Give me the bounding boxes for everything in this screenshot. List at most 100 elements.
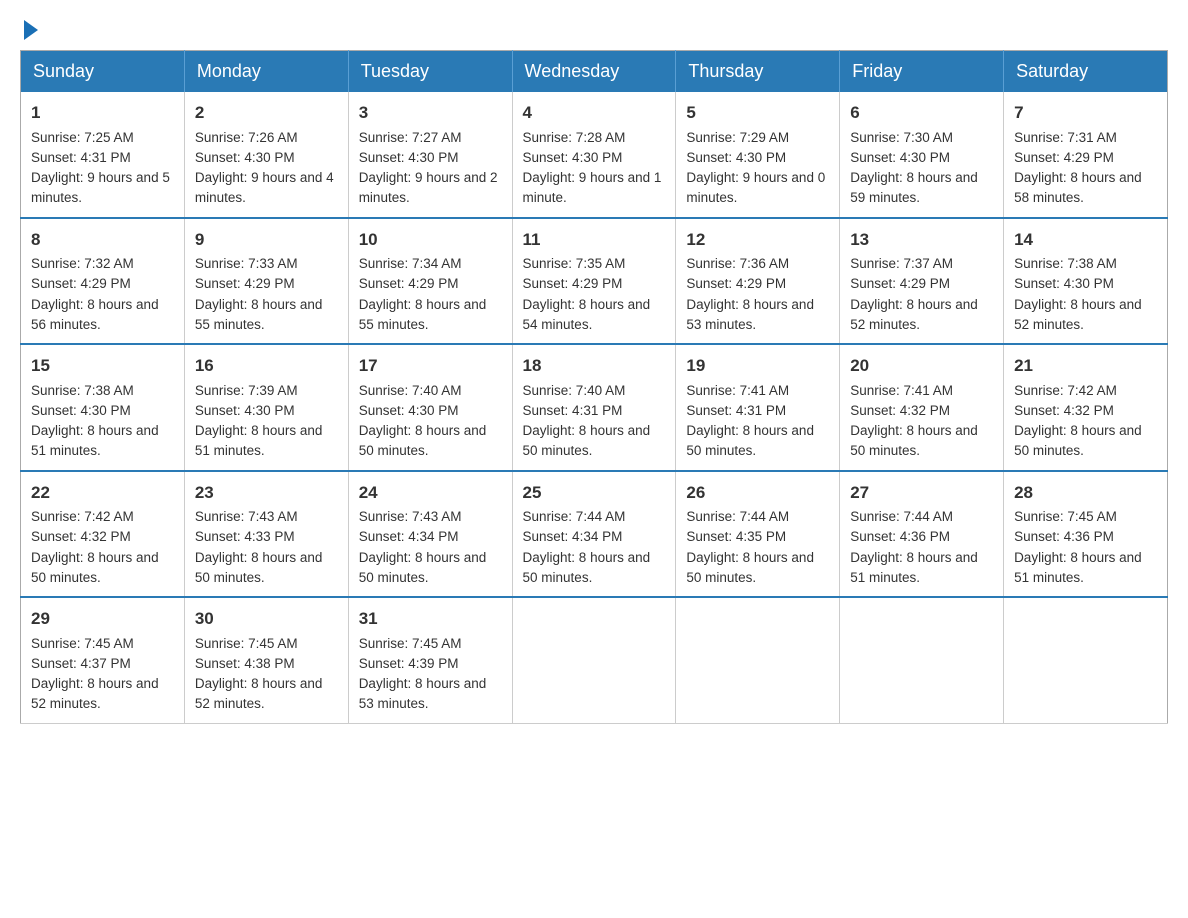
day-number: 29	[31, 606, 174, 632]
calendar-cell: 29Sunrise: 7:45 AMSunset: 4:37 PMDayligh…	[21, 597, 185, 723]
calendar-cell: 24Sunrise: 7:43 AMSunset: 4:34 PMDayligh…	[348, 471, 512, 598]
calendar-cell: 5 Sunrise: 7:29 AM Sunset: 4:30 PM Daylight…	[676, 92, 840, 218]
sunrise-text: Sunrise: 7:45 AM	[195, 636, 298, 651]
daylight-text: Daylight: 8 hours and 59 minutes.	[850, 170, 978, 205]
header-day-monday: Monday	[184, 51, 348, 93]
day-number: 4	[523, 100, 666, 126]
sunset-text: Sunset: 4:30 PM	[195, 403, 295, 418]
sunset-text: Sunset: 4:36 PM	[850, 529, 950, 544]
sunset-text: Sunset: 4:31 PM	[31, 150, 131, 165]
header-day-thursday: Thursday	[676, 51, 840, 93]
sunrise-text: Sunrise: 7:44 AM	[850, 509, 953, 524]
daylight-text: Daylight: 8 hours and 50 minutes.	[31, 550, 159, 585]
sunrise-text: Sunrise: 7:38 AM	[31, 383, 134, 398]
sunset-text: Sunset: 4:33 PM	[195, 529, 295, 544]
daylight-text: Daylight: 8 hours and 50 minutes.	[686, 550, 814, 585]
daylight-text: Daylight: 8 hours and 50 minutes.	[359, 423, 487, 458]
day-number: 14	[1014, 227, 1157, 253]
sunrise-text: Sunrise: 7:44 AM	[686, 509, 789, 524]
calendar-week-row: 1Sunrise: 7:25 AMSunset: 4:31 PMDaylight…	[21, 92, 1168, 218]
header-day-friday: Friday	[840, 51, 1004, 93]
day-number: 5	[686, 100, 829, 126]
sunrise-text: Sunrise: 7:45 AM	[31, 636, 134, 651]
calendar-week-row: 8Sunrise: 7:32 AMSunset: 4:29 PMDaylight…	[21, 218, 1168, 345]
daylight-text: Daylight: 9 hours and 2 minutes.	[359, 170, 498, 205]
sunrise-text: Sunrise: 7:37 AM	[850, 256, 953, 271]
calendar-cell: 7Sunrise: 7:31 AMSunset: 4:29 PMDaylight…	[1004, 92, 1168, 218]
daylight-text: Daylight: 8 hours and 52 minutes.	[31, 676, 159, 711]
sunrise-text: Sunrise: 7:31 AM	[1014, 130, 1117, 145]
sunset-text: Sunset: 4:32 PM	[1014, 403, 1114, 418]
sunset-text: Sunset: 4:30 PM	[850, 150, 950, 165]
day-number: 16	[195, 353, 338, 379]
sunrise-text: Sunrise: 7:40 AM	[359, 383, 462, 398]
calendar-cell: 10 Sunrise: 7:34 AM Sunset: 4:29 PM Dayligh…	[348, 218, 512, 345]
daylight-text: Daylight: 8 hours and 51 minutes.	[850, 550, 978, 585]
sunrise-text: Sunrise: 7:33 AM	[195, 256, 298, 271]
sunset-text: Sunset: 4:29 PM	[359, 276, 459, 291]
sunrise-text: Sunrise: 7:36 AM	[686, 256, 789, 271]
daylight-text: Daylight: 8 hours and 55 minutes.	[359, 297, 487, 332]
daylight-text: Daylight: 8 hours and 50 minutes.	[686, 423, 814, 458]
sunrise-text: Sunrise: 7:28 AM	[523, 130, 626, 145]
calendar-cell: 8Sunrise: 7:32 AMSunset: 4:29 PMDaylight…	[21, 218, 185, 345]
daylight-text: Daylight: 8 hours and 52 minutes.	[850, 297, 978, 332]
day-number: 7	[1014, 100, 1157, 126]
sunset-text: Sunset: 4:29 PM	[686, 276, 786, 291]
day-number: 31	[359, 606, 502, 632]
calendar-cell: 14Sunrise: 7:38 AMSunset: 4:30 PMDayligh…	[1004, 218, 1168, 345]
calendar-cell	[512, 597, 676, 723]
sunset-text: Sunset: 4:30 PM	[359, 403, 459, 418]
day-number: 2	[195, 100, 338, 126]
calendar-week-row: 22Sunrise: 7:42 AMSunset: 4:32 PMDayligh…	[21, 471, 1168, 598]
calendar-cell: 15Sunrise: 7:38 AMSunset: 4:30 PMDayligh…	[21, 344, 185, 471]
daylight-text: Daylight: 9 hours and 4 minutes.	[195, 170, 334, 205]
sunset-text: Sunset: 4:30 PM	[359, 150, 459, 165]
day-number: 25	[523, 480, 666, 506]
header-day-saturday: Saturday	[1004, 51, 1168, 93]
day-number: 12	[686, 227, 829, 253]
daylight-text: Daylight: 9 hours and 0 minutes.	[686, 170, 825, 205]
calendar-cell: 11Sunrise: 7:35 AMSunset: 4:29 PMDayligh…	[512, 218, 676, 345]
sunrise-text: Sunrise: 7:42 AM	[31, 509, 134, 524]
daylight-text: Daylight: 8 hours and 56 minutes.	[31, 297, 159, 332]
daylight-text: Daylight: 8 hours and 50 minutes.	[195, 550, 323, 585]
sunset-text: Sunset: 4:30 PM	[686, 150, 786, 165]
logo-arrow-icon	[24, 20, 38, 40]
sunrise-text: Sunrise: 7:30 AM	[850, 130, 953, 145]
day-number: 10	[359, 227, 502, 253]
calendar-week-row: 15Sunrise: 7:38 AMSunset: 4:30 PMDayligh…	[21, 344, 1168, 471]
sunrise-text: Sunrise: 7:29 AM	[686, 130, 789, 145]
sunset-text: Sunset: 4:38 PM	[195, 656, 295, 671]
day-number: 27	[850, 480, 993, 506]
daylight-text: Daylight: 8 hours and 50 minutes.	[523, 550, 651, 585]
calendar-table: SundayMondayTuesdayWednesdayThursdayFrid…	[20, 50, 1168, 724]
sunrise-text: Sunrise: 7:35 AM	[523, 256, 626, 271]
daylight-text: Daylight: 8 hours and 58 minutes.	[1014, 170, 1142, 205]
calendar-cell	[1004, 597, 1168, 723]
day-number: 24	[359, 480, 502, 506]
header-day-tuesday: Tuesday	[348, 51, 512, 93]
calendar-cell: 17Sunrise: 7:40 AMSunset: 4:30 PMDayligh…	[348, 344, 512, 471]
calendar-cell: 16Sunrise: 7:39 AMSunset: 4:30 PMDayligh…	[184, 344, 348, 471]
sunset-text: Sunset: 4:29 PM	[523, 276, 623, 291]
sunrise-text: Sunrise: 7:44 AM	[523, 509, 626, 524]
calendar-cell: 13Sunrise: 7:37 AMSunset: 4:29 PMDayligh…	[840, 218, 1004, 345]
day-number: 30	[195, 606, 338, 632]
calendar-cell: 1Sunrise: 7:25 AMSunset: 4:31 PMDaylight…	[21, 92, 185, 218]
sunrise-text: Sunrise: 7:34 AM	[359, 256, 462, 271]
day-number: 1	[31, 100, 174, 126]
calendar-cell: 19Sunrise: 7:41 AMSunset: 4:31 PMDayligh…	[676, 344, 840, 471]
sunset-text: Sunset: 4:34 PM	[359, 529, 459, 544]
day-number: 20	[850, 353, 993, 379]
daylight-text: Daylight: 8 hours and 53 minutes.	[686, 297, 814, 332]
sunrise-text: Sunrise: 7:45 AM	[359, 636, 462, 651]
daylight-text: Daylight: 8 hours and 52 minutes.	[1014, 297, 1142, 332]
day-number: 8	[31, 227, 174, 253]
daylight-text: Daylight: 8 hours and 50 minutes.	[1014, 423, 1142, 458]
daylight-text: Daylight: 9 hours and 5 minutes.	[31, 170, 170, 205]
calendar-cell	[840, 597, 1004, 723]
calendar-cell: 6Sunrise: 7:30 AMSunset: 4:30 PMDaylight…	[840, 92, 1004, 218]
sunset-text: Sunset: 4:35 PM	[686, 529, 786, 544]
sunset-text: Sunset: 4:30 PM	[1014, 276, 1114, 291]
